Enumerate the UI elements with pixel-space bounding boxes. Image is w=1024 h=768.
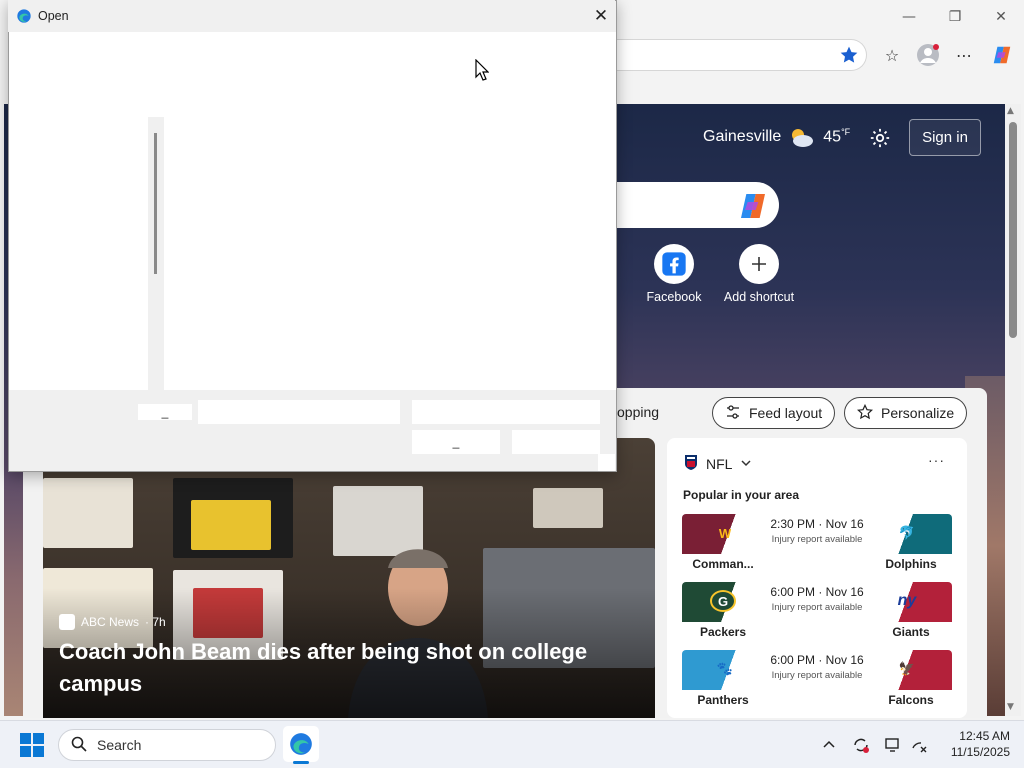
shortcut-label: Add shortcut [723, 290, 795, 304]
hero-headline[interactable]: Coach John Beam dies after being shot on… [59, 636, 639, 700]
cancel-button[interactable] [512, 430, 600, 454]
facebook-icon [654, 244, 694, 284]
packers-logo-icon: G [710, 590, 736, 612]
home-team: Panthers [697, 693, 749, 707]
personalize-button[interactable]: Personalize [844, 397, 968, 429]
partly-cloudy-icon [787, 126, 815, 148]
game-time: 6:00 PM · Nov 16 [770, 585, 864, 599]
article-age: · 7h [145, 615, 166, 629]
away-team: Falcons [888, 693, 934, 707]
edge-logo-icon [16, 8, 32, 24]
scroll-up-arrow-icon[interactable]: ▲ [1007, 106, 1014, 116]
chevron-up-icon[interactable] [818, 734, 840, 756]
clock-date: 11/15/2025 [950, 745, 1010, 759]
network-offline-icon[interactable] [908, 734, 930, 756]
clock-time: 12:45 AM [959, 729, 1010, 743]
nfl-logo-icon [684, 454, 698, 473]
game-time: 6:00 PM · Nov 16 [770, 653, 864, 667]
dialog-titlebar[interactable]: Open [8, 0, 615, 32]
away-team: Dolphins [885, 557, 937, 571]
game-time: 2:30 PM · Nov 16 [770, 517, 864, 531]
sign-in-button[interactable]: Sign in [909, 119, 981, 156]
window-controls: — ❐ ✕ [886, 0, 1024, 34]
copilot-icon[interactable] [986, 40, 1018, 70]
weather-widget[interactable]: Gainesville 45°F [703, 126, 850, 148]
game-row[interactable]: 🐾 🦅 6:00 PM · Nov 16 Injury report avail… [682, 650, 952, 710]
dialog-close-button[interactable]: ✕ [588, 4, 614, 28]
profile-avatar[interactable] [912, 40, 944, 70]
address-bar[interactable] [612, 39, 867, 71]
shortcut-add[interactable]: Add shortcut [709, 244, 809, 304]
favorite-star-icon[interactable] [836, 43, 862, 67]
home-team: Comman... [692, 557, 754, 571]
scroll-thumb[interactable] [1009, 122, 1017, 338]
favorites-icon[interactable]: ☆ [876, 40, 908, 70]
active-app-indicator [293, 761, 309, 764]
page-settings-gear-icon[interactable] [866, 124, 894, 152]
restore-button[interactable]: ❐ [932, 0, 978, 34]
scroll-down-arrow-icon[interactable]: ▼ [1007, 702, 1014, 712]
weather-city: Gainesville [703, 128, 782, 145]
dialog-title: Open [38, 9, 69, 23]
windows-start-icon[interactable] [20, 733, 44, 757]
plus-icon [739, 244, 779, 284]
open-button[interactable]: _ [412, 430, 500, 454]
falcons-logo-icon: 🦅 [898, 661, 916, 676]
navigation-pane-scroll-thumb[interactable] [154, 133, 157, 274]
shortcut-label: Facebook [646, 290, 702, 304]
abc-news-logo-icon [59, 614, 75, 630]
sliders-icon [725, 404, 741, 423]
chevron-down-icon[interactable] [740, 456, 752, 472]
filename-label-button[interactable]: _ [138, 404, 192, 420]
resize-grip[interactable] [598, 454, 615, 471]
search-icon [71, 736, 87, 755]
display-icon[interactable] [882, 734, 904, 756]
news-source: ABC News · 7h [59, 614, 166, 630]
away-team: Giants [892, 625, 930, 639]
game-note: Injury report available [771, 670, 863, 681]
taskbar-edge-icon[interactable] [283, 726, 319, 762]
filename-input[interactable] [198, 400, 400, 424]
home-team: Packers [699, 625, 747, 639]
settings-more-button[interactable]: ⋯ [948, 40, 980, 70]
close-button[interactable]: ✕ [978, 0, 1024, 34]
game-row[interactable]: W 🐬 2:30 PM · Nov 16 Injury report avail… [682, 514, 952, 574]
game-note: Injury report available [771, 602, 863, 613]
game-row[interactable]: G ny 6:00 PM · Nov 16 Injury report avai… [682, 582, 952, 642]
feed-layout-button[interactable]: Feed layout [712, 397, 836, 429]
sparkle-star-icon [856, 403, 874, 423]
personalize-label: Personalize [881, 405, 955, 421]
source-name: ABC News [81, 615, 140, 629]
copilot-search-icon[interactable] [737, 190, 769, 222]
mouse-cursor-icon [475, 58, 490, 86]
dolphins-logo-icon: 🐬 [898, 525, 916, 540]
panthers-logo-icon: 🐾 [716, 661, 734, 676]
hero-image [43, 478, 133, 548]
file-type-select[interactable] [412, 400, 600, 424]
commanders-logo-icon: W [718, 525, 732, 541]
feed-tab-shopping[interactable]: opping [617, 404, 659, 420]
minimize-button[interactable]: — [886, 0, 932, 34]
nfl-more-button[interactable]: ··· [928, 452, 945, 468]
nfl-subtitle: Popular in your area [683, 488, 800, 502]
search-label: Search [97, 737, 142, 753]
game-note: Injury report available [771, 534, 863, 545]
dialog-file-area[interactable] [9, 32, 616, 390]
nfl-header[interactable]: NFL [684, 454, 752, 473]
giants-logo-icon: ny [897, 592, 917, 609]
weather-temperature: 45°F [823, 127, 851, 146]
update-sync-icon[interactable] [850, 734, 872, 756]
taskbar-search[interactable]: Search [58, 729, 276, 761]
feed-layout-label: Feed layout [749, 405, 823, 421]
system-clock[interactable]: 12:45 AM 11/15/2025 [940, 728, 1010, 760]
nfl-title: NFL [706, 455, 733, 472]
